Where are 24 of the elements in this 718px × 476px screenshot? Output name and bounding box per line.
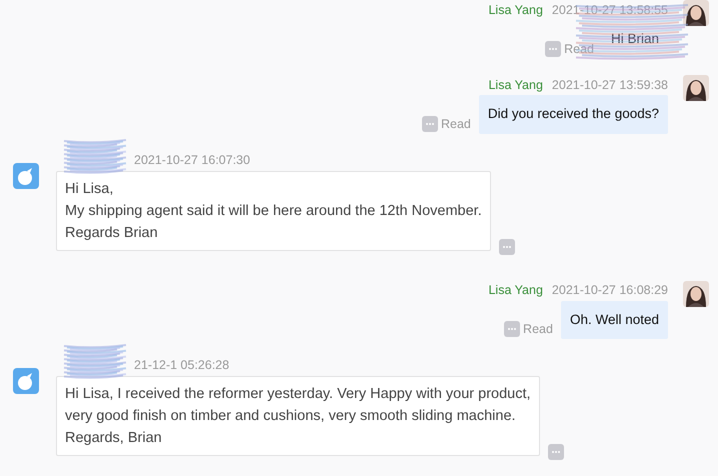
avatar-icon[interactable] — [683, 75, 709, 102]
message-bubble: Oh. Well noted — [560, 300, 668, 339]
more-icon[interactable] — [504, 321, 520, 338]
more-icon[interactable] — [545, 40, 562, 57]
read-status: Read — [564, 40, 594, 58]
avatar-icon[interactable] — [683, 280, 709, 306]
timestamp: 2021-10-27 16:07:30 — [134, 152, 250, 170]
sender-name: Lisa Yang — [488, 76, 543, 94]
timestamp: 2021-10-27 16:08:29 — [552, 282, 668, 300]
more-icon[interactable] — [548, 444, 564, 460]
message-text: Hi Brian — [610, 30, 660, 48]
more-icon[interactable] — [498, 238, 515, 254]
sender-name: Lisa Yang — [488, 2, 543, 19]
more-icon[interactable] — [422, 116, 438, 132]
message-bubble: Hi Lisa, I received the reformer yesterday. Very Happy with your product, very good finish on timber and cushions, very smooth sliding machine. Regards, Brian — [56, 376, 540, 456]
timestamp: 2021-10-27 13:58:55 — [552, 2, 668, 19]
timestamp: 2021-10-27 13:59:38 — [552, 76, 668, 94]
message-bubble: Did you received the goods? — [478, 95, 668, 134]
timestamp: 21-12-1 05:26:28 — [134, 357, 230, 374]
message-bubble: Hi Lisa, My shipping agent said it will be here around the 12th November. Regards Brian — [56, 170, 491, 250]
avatar-icon[interactable] — [683, 0, 709, 26]
read-status: Read — [440, 116, 471, 133]
read-status: Read — [523, 321, 553, 338]
sender-name: Lisa Yang — [488, 282, 543, 300]
